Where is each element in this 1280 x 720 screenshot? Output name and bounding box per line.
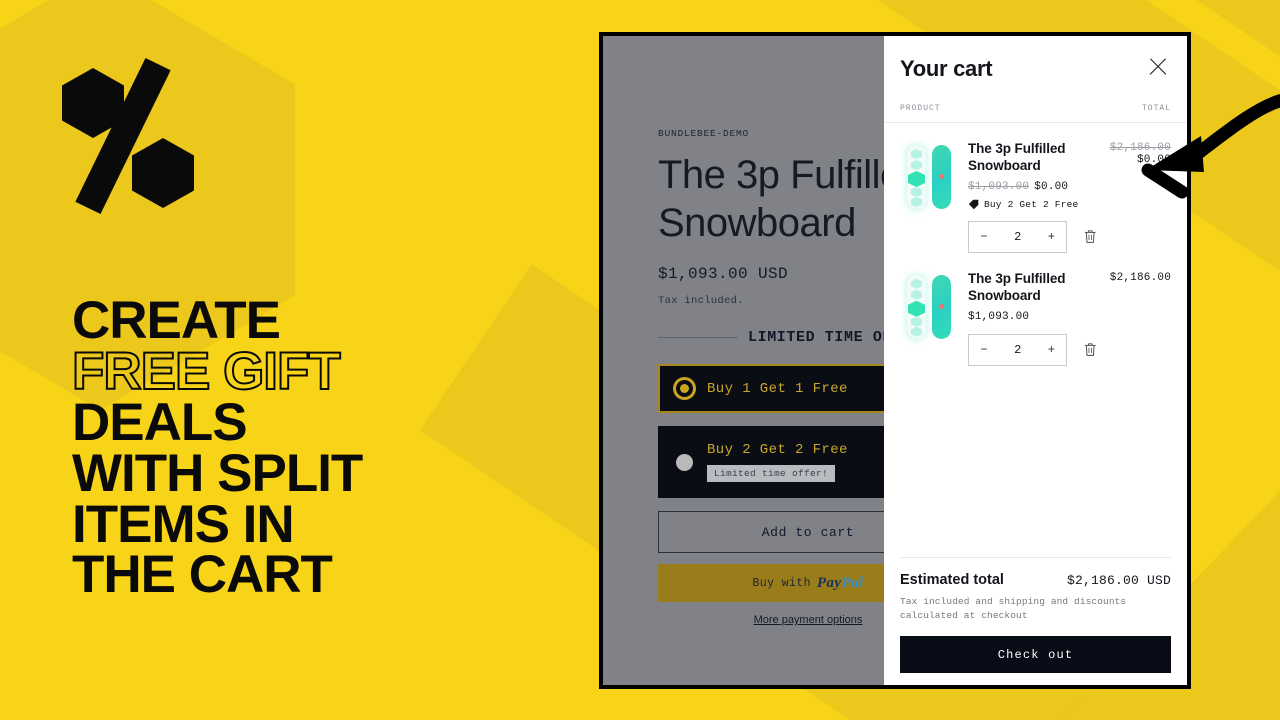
snowboard-teal-icon [932,274,951,339]
cart-footer: Estimated total $2,186.00 USD Tax includ… [900,556,1171,686]
cart-item-line-total: $2,186.00 $0.00 [1110,141,1171,253]
estimated-total-label: Estimated total [900,571,1004,588]
headline-line-4: WITH SPLIT [72,443,363,503]
promo-banner: CREATE FREE GIFT DEALS WITH SPLIT ITEMS … [0,0,1280,720]
quantity-value[interactable]: 2 [990,230,1045,244]
quantity-decrease-button[interactable]: − [978,230,990,244]
offer-radio-selected-icon[interactable] [676,380,693,397]
cart-item-unit-price-original: $1,093.00 [968,180,1030,193]
cart-item-line-total-original: $2,186.00 [1109,142,1171,154]
headline-line-5: ITEMS IN [72,494,295,554]
quantity-value[interactable]: 2 [990,343,1045,357]
cart-item-quantity-row: − 2 + [968,220,1097,253]
percent-icon [58,57,200,215]
trash-icon[interactable] [1084,229,1096,244]
offer-option-label: Buy 1 Get 1 Free [707,380,848,397]
estimated-total-value: $2,186.00 USD [1066,572,1171,588]
cart-item-row: The 3p Fulfilled Snowboard $1,093.00 − 2… [900,253,1171,366]
snowboard-light-icon [907,274,926,339]
offer-option-label: Buy 2 Get 2 Free [707,442,848,458]
cart-item-unit-price-final: $1,093.00 [968,310,1030,323]
quantity-stepper[interactable]: − 2 + [968,220,1068,253]
price-tag-icon [968,199,979,209]
headline-line-1: CREATE [72,291,281,350]
headline-line-6: THE CART [72,545,333,605]
cart-column-headers: PRODUCT TOTAL [884,82,1187,123]
cart-drawer: Your cart PRODUCT TOTAL The 3p Fulfilled… [884,36,1187,685]
paypal-prefix-label: Buy with [752,576,811,590]
offer-radio-icon[interactable] [676,453,693,471]
snowboard-teal-icon [932,145,951,209]
cart-item-unit-price: $1,093.00 $0.00 [968,181,1097,193]
cart-item-quantity-row: − 2 + [968,333,1097,366]
total-note: Tax included and shipping and discounts … [900,595,1127,621]
trash-icon[interactable] [1084,342,1096,357]
quantity-increase-button[interactable]: + [1045,343,1057,357]
estimated-total-row: Estimated total $2,186.00 USD [900,572,1171,588]
cart-item-discount-label: Buy 2 Get 2 Free [984,198,1079,210]
divider-rule [658,337,738,338]
headline-line-2: FREE GIFT [71,341,342,401]
quantity-decrease-button[interactable]: − [978,343,990,357]
cart-item-unit-price-final: $0.00 [1034,180,1069,193]
checkout-button[interactable]: Check out [900,636,1171,673]
cart-item-discount: Buy 2 Get 2 Free [968,199,1097,210]
cart-item-name[interactable]: The 3p Fulfilled Snowboard [968,141,1097,175]
paypal-logo: PayPal [816,574,864,591]
quantity-increase-button[interactable]: + [1045,230,1057,244]
cart-title: Your cart [900,56,993,81]
snowboard-light-icon [907,145,926,209]
close-icon[interactable] [1147,56,1169,78]
cart-column-total: TOTAL [1141,104,1171,113]
offer-badge: Limited time offer! [707,465,836,482]
screenshot-frame: BUNDLEBEE-DEMO The 3p Fulfilled Snowboar… [599,32,1191,689]
percent-icon-hex-bottom [132,138,194,208]
cart-items-list: The 3p Fulfilled Snowboard $1,093.00 $0.0… [884,123,1187,557]
snowboard-pair-thumbnail[interactable] [900,141,955,213]
cart-item-row: The 3p Fulfilled Snowboard $1,093.00 $0.0… [900,123,1171,253]
cart-item-line-total-final: $0.00 [1136,154,1171,166]
headline-line-3: DEALS [72,392,248,452]
diagonal-stripe [1190,0,1280,579]
snowboard-pair-thumbnail[interactable] [900,271,955,343]
cart-header: Your cart [884,36,1187,82]
cart-item-line-total-final: $2,186.00 [1109,271,1171,284]
quantity-stepper[interactable]: − 2 + [968,333,1068,366]
promo-headline: CREATE FREE GIFT DEALS WITH SPLIT ITEMS … [71,291,542,605]
cart-item-line-total: $2,186.00 [1110,271,1171,366]
cart-item-unit-price: $1,093.00 [968,311,1097,323]
cart-column-product: PRODUCT [900,104,941,113]
cart-item-name[interactable]: The 3p Fulfilled Snowboard [968,271,1097,305]
